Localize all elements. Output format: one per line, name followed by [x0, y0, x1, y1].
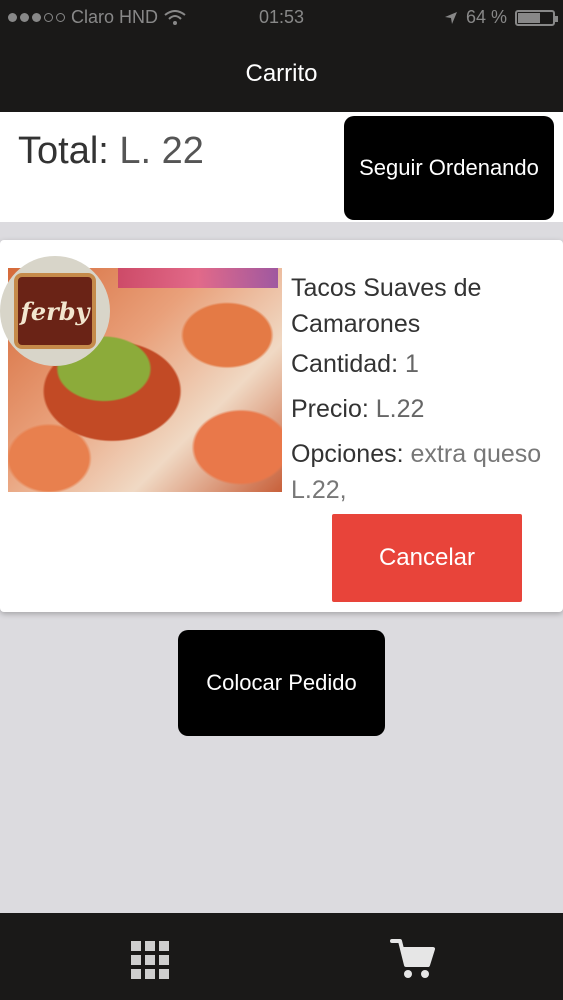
precio-label: Precio:	[291, 395, 369, 423]
battery-percent: 64 %	[465, 7, 507, 27]
logo-text: ferby	[14, 273, 96, 349]
cantidad-label: Cantidad:	[291, 350, 399, 378]
grid-menu-icon[interactable]	[131, 941, 169, 979]
total-display: Total: L. 22	[18, 130, 204, 173]
item-cantidad: Cantidad: 1	[291, 342, 561, 387]
shopping-cart-icon[interactable]	[390, 935, 436, 981]
location-arrow-icon	[444, 11, 457, 24]
item-info: Tacos Suaves de Camarones Cantidad: 1 Pr…	[291, 270, 561, 508]
cantidad-value: 1	[404, 350, 419, 378]
battery-icon	[515, 9, 558, 26]
status-bar: Claro HND 01:53 64 %	[0, 0, 563, 36]
precio-value: L.22	[375, 395, 425, 423]
item-precio: Precio: L.22	[291, 387, 561, 432]
tab-bar	[0, 913, 563, 1000]
item-name: Tacos Suaves de Camarones	[291, 274, 482, 338]
total-amount: L. 22	[119, 130, 204, 172]
restaurant-logo: ferby	[0, 256, 110, 366]
nav-bar: Carrito	[0, 36, 563, 112]
item-opciones: Opciones: extra queso L.22,	[291, 436, 561, 508]
cancel-button[interactable]: Cancelar	[332, 514, 522, 602]
page-title: Carrito	[245, 60, 318, 87]
total-label: Total:	[18, 130, 109, 172]
seguir-ordenando-button[interactable]: Seguir Ordenando	[344, 116, 554, 220]
colocar-pedido-button[interactable]: Colocar Pedido	[178, 630, 385, 736]
opciones-label: Opciones:	[291, 440, 404, 468]
